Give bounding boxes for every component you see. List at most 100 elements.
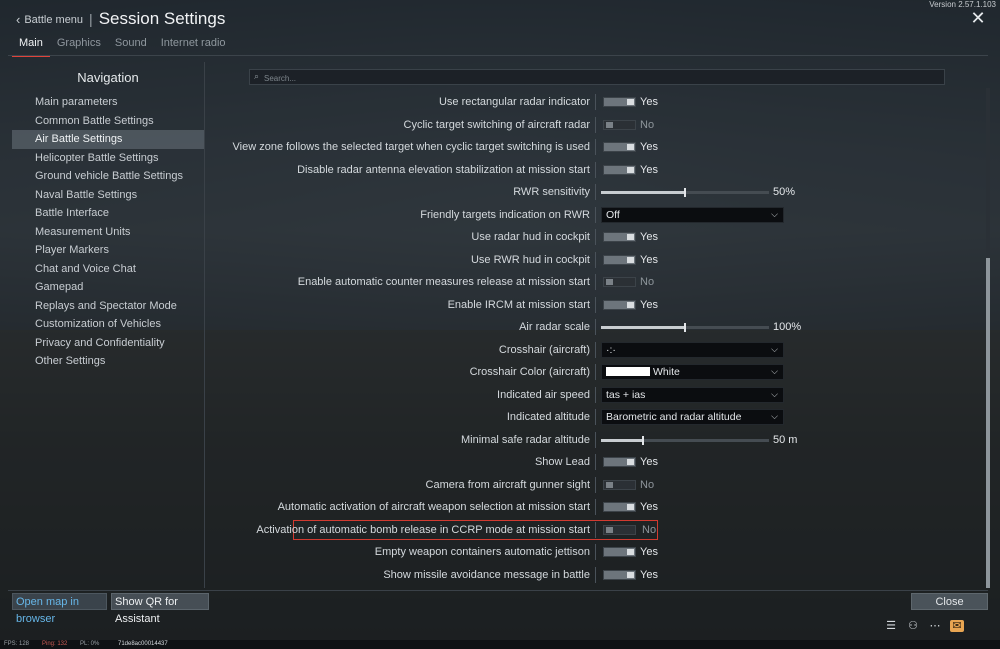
toggle-switch[interactable] <box>603 254 636 265</box>
slider-thumb[interactable] <box>684 188 686 197</box>
fps-readout: FPS: 128 <box>4 641 30 647</box>
toggle-switch[interactable] <box>603 97 636 107</box>
toggle-value: No <box>640 118 655 131</box>
setting-separator <box>595 251 596 268</box>
squad-icon[interactable]: ⚇ <box>906 620 920 632</box>
setting-separator <box>595 521 596 538</box>
nav-item-measurement-units[interactable]: Measurement Units <box>12 223 204 242</box>
setting-label: View zone follows the selected target wh… <box>232 141 590 153</box>
setting-separator <box>595 296 596 313</box>
chat-icon[interactable]: ⋯ <box>928 620 942 632</box>
toggle-value: Yes <box>640 253 658 266</box>
toggle-switch[interactable] <box>603 164 636 175</box>
navigation-panel: Navigation Main parameters Common Battle … <box>12 62 204 588</box>
chevron-down-icon: ⌵ <box>771 388 778 399</box>
setting-row: Minimal safe radar altitude 50 m <box>205 429 985 452</box>
setting-separator <box>595 476 596 493</box>
setting-label: Use RWR hud in cockpit <box>470 253 590 266</box>
toggle-switch[interactable] <box>603 547 636 557</box>
setting-separator <box>595 431 596 448</box>
setting-row: Friendly targets indication on RWR Off ⌵ <box>205 204 985 227</box>
setting-separator <box>595 274 596 290</box>
slider-fill <box>601 438 643 442</box>
setting-row: Camera from aircraft gunner sight No <box>205 474 985 497</box>
setting-separator <box>595 341 596 358</box>
search-input[interactable] <box>262 70 936 86</box>
setting-separator <box>595 139 596 155</box>
bottom-right-icons: ☰ ⚇ ⋯ ✉ <box>884 620 964 632</box>
nav-item-replays-and-spectator-mode[interactable]: Replays and Spectator Mode <box>12 297 204 316</box>
mail-icon[interactable]: ✉ <box>950 620 964 632</box>
search-bar[interactable]: ⌕ <box>249 69 945 86</box>
slider[interactable] <box>601 323 769 332</box>
nav-item-gamepad[interactable]: Gamepad <box>12 278 204 297</box>
setting-row: Disable radar antenna elevation stabiliz… <box>205 159 985 182</box>
slider-thumb[interactable] <box>684 323 686 332</box>
setting-separator <box>595 161 596 178</box>
dropdown-select[interactable]: tas + ias ⌵ <box>601 386 784 403</box>
toggle-switch[interactable] <box>603 569 636 580</box>
close-button[interactable]: Close <box>911 593 988 610</box>
page-title: Session Settings <box>98 9 226 28</box>
dropdown-select[interactable]: Off ⌵ <box>601 206 784 223</box>
scrollbar-thumb[interactable] <box>986 258 990 588</box>
nav-item-privacy-and-confidentiality[interactable]: Privacy and Confidentiality <box>12 334 204 353</box>
setting-separator <box>595 544 596 560</box>
open-map-button[interactable]: Open map in browser <box>12 593 107 625</box>
setting-separator <box>595 499 596 515</box>
close-icon[interactable]: ✕ <box>970 9 986 27</box>
dropdown-select[interactable]: ·:· ⌵ <box>601 341 784 358</box>
chevron-down-icon: ⌵ <box>771 411 778 421</box>
nav-item-battle-interface[interactable]: Battle Interface <box>12 204 204 223</box>
nav-item-ground-vehicle-battle-settings[interactable]: Ground vehicle Battle Settings <box>12 167 204 186</box>
toggle-knob <box>606 481 613 488</box>
tab-main[interactable]: Main <box>12 35 50 57</box>
dropdown-select[interactable]: White ⌵ <box>601 364 784 380</box>
setting-row: Use RWR hud in cockpit Yes <box>205 249 985 272</box>
toggle-switch[interactable] <box>603 277 636 287</box>
toggle-value: Yes <box>640 141 658 153</box>
nav-item-other-settings[interactable]: Other Settings <box>12 352 204 371</box>
nav-item-common-battle-settings[interactable]: Common Battle Settings <box>12 112 204 131</box>
toggle-switch[interactable] <box>603 479 636 490</box>
dropdown-value: White <box>653 366 680 378</box>
slider-thumb[interactable] <box>642 435 644 445</box>
setting-label: Use rectangular radar indicator <box>438 96 590 108</box>
toggle-value: Yes <box>640 96 658 108</box>
setting-row: Show missile avoidance message in battle… <box>205 564 985 587</box>
setting-label: Enable IRCM at mission start <box>447 298 590 311</box>
toggle-knob <box>627 571 634 578</box>
navigation-list: Main parameters Common Battle Settings Air… <box>12 93 204 371</box>
setting-separator <box>595 206 596 223</box>
toggle-switch[interactable] <box>603 142 636 152</box>
show-qr-button[interactable]: Show QR for Assistant <box>111 593 209 625</box>
toggle-value: Yes <box>640 163 658 176</box>
setting-row: Use rectangular radar indicator Yes <box>205 91 985 114</box>
toggle-switch[interactable] <box>603 119 636 130</box>
dropdown-select[interactable]: Barometric and radar altitude ⌵ <box>601 409 784 425</box>
toggle-switch[interactable] <box>603 457 636 467</box>
tab-internet-radio[interactable]: Internet radio <box>154 35 233 57</box>
nav-item-chat-and-voice-chat[interactable]: Chat and Voice Chat <box>12 260 204 279</box>
nav-item-player-markers[interactable]: Player Markers <box>12 241 204 260</box>
nav-item-air-battle-settings[interactable]: Air Battle Settings <box>12 130 204 149</box>
nav-item-helicopter-battle-settings[interactable]: Helicopter Battle Settings <box>12 149 204 168</box>
toggle-switch[interactable] <box>603 502 636 512</box>
slider[interactable] <box>601 188 769 197</box>
list-icon[interactable]: ☰ <box>884 620 898 632</box>
nav-item-main-parameters[interactable]: Main parameters <box>12 93 204 112</box>
setting-row: Enable automatic counter measures releas… <box>205 271 985 294</box>
setting-separator <box>595 319 596 335</box>
nav-item-naval-battle-settings[interactable]: Naval Battle Settings <box>12 186 204 205</box>
toggle-knob <box>627 459 634 465</box>
setting-label: RWR sensitivity <box>513 186 590 198</box>
tab-sound[interactable]: Sound <box>108 35 154 57</box>
tab-graphics[interactable]: Graphics <box>50 35 108 57</box>
slider[interactable] <box>601 435 769 445</box>
toggle-switch[interactable] <box>603 299 636 310</box>
toggle-switch[interactable] <box>603 232 636 242</box>
setting-label: Activation of automatic bomb release in … <box>256 523 590 536</box>
back-button[interactable]: ‹ Battle menu <box>16 12 83 27</box>
nav-item-customization-of-vehicles[interactable]: Customization of Vehicles <box>12 315 204 334</box>
toggle-switch[interactable] <box>603 524 636 535</box>
